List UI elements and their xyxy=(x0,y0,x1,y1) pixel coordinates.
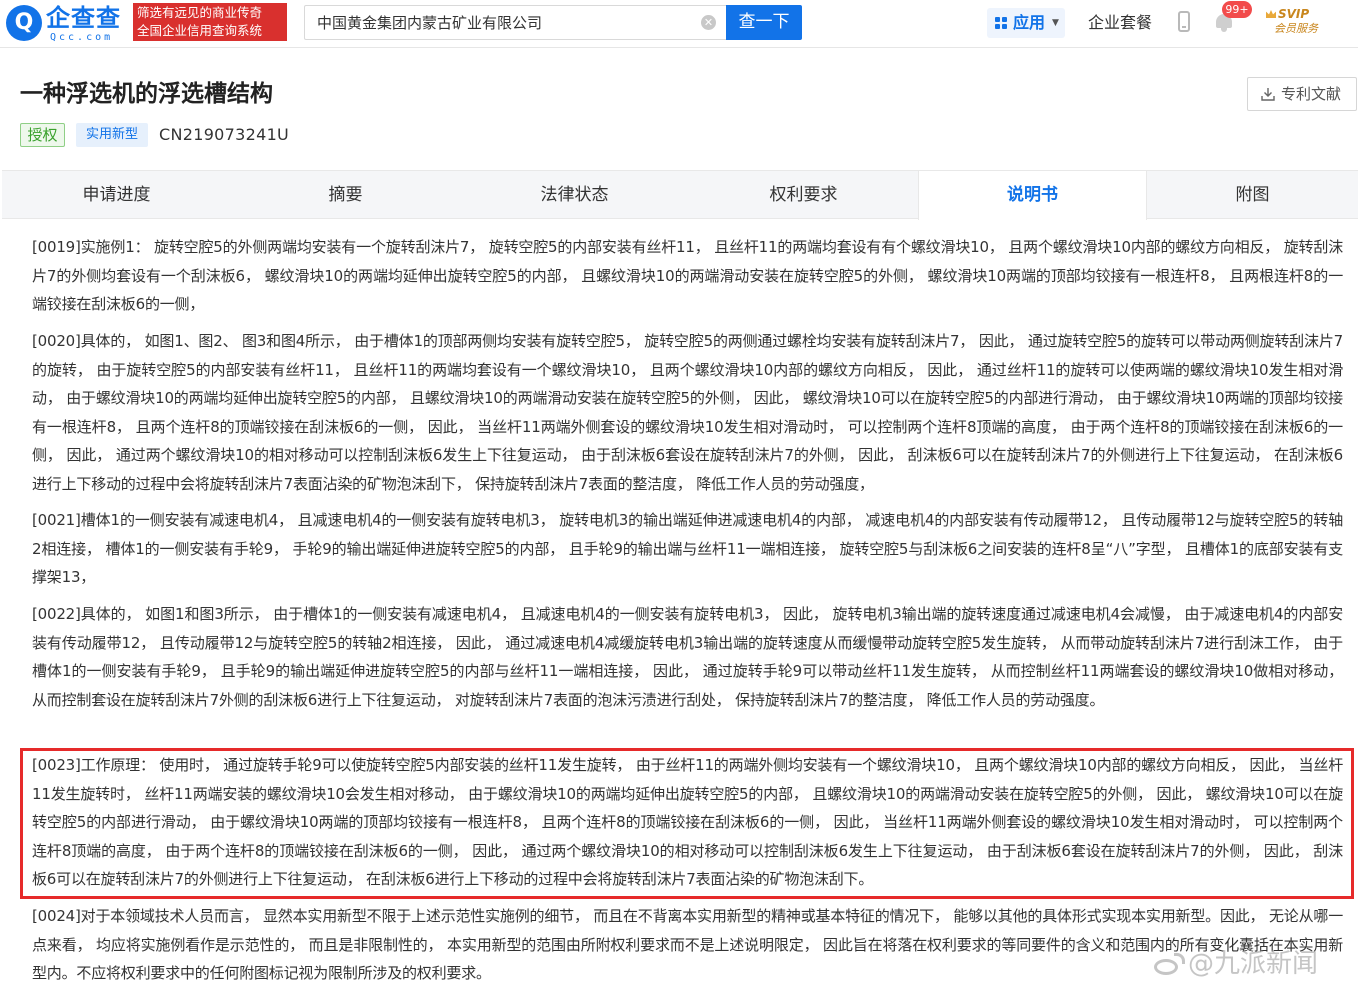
top-bar: Q 企查查 Qcc.com 筛选有远见的商业传奇 全国企业信用查询系统 ✕ 查一… xyxy=(0,0,1358,48)
publication-number: CN219073241U xyxy=(159,125,290,144)
crown-icon xyxy=(1266,10,1276,18)
logo[interactable]: Q 企查查 Qcc.com xyxy=(6,4,130,44)
tab-claims[interactable]: 权利要求 xyxy=(689,171,918,219)
logo-name: 企查查 xyxy=(46,4,121,32)
slogan-banner: 筛选有远见的商业传奇 全国企业信用查询系统 xyxy=(133,3,287,41)
download-icon xyxy=(1261,88,1275,101)
tab-drawings[interactable]: 附图 xyxy=(1147,171,1358,219)
slogan-line-2: 全国企业信用查询系统 xyxy=(137,23,263,38)
patent-document-label: 专利文献 xyxy=(1281,85,1342,103)
page-title: 一种浮选机的浮选槽结构 xyxy=(20,81,273,107)
notification-badge: 99+ xyxy=(1222,1,1252,18)
paragraph-0024: [0024]对于本领域技术人员而言， 显然本实用新型不限于上述示范性实施例的细节… xyxy=(32,907,1343,982)
paragraph-0019: [0019]实施例1： 旋转空腔5的外侧两端均安装有一个旋转刮沫片7， 旋转空腔… xyxy=(32,238,1343,313)
enterprise-suite-link[interactable]: 企业套餐 xyxy=(1088,12,1152,34)
svip-label: SVIP xyxy=(1278,7,1310,21)
tab-application-progress[interactable]: 申请进度 xyxy=(2,171,231,219)
search-button[interactable]: 查一下 xyxy=(726,5,802,40)
tab-abstract[interactable]: 摘要 xyxy=(231,171,460,219)
search-box: ✕ xyxy=(304,5,726,40)
paragraph-0020: [0020]具体的， 如图1、图2、 图3和图4所示， 由于槽体1的顶部两侧均安… xyxy=(32,332,1343,493)
tab-description[interactable]: 说明书 xyxy=(918,171,1147,220)
patent-document-button[interactable]: 专利文献 xyxy=(1247,77,1357,111)
patent-type-badge: 实用新型 xyxy=(76,123,148,147)
phone-icon[interactable] xyxy=(1178,11,1190,32)
clear-icon[interactable]: ✕ xyxy=(701,15,716,30)
logo-icon: Q xyxy=(6,5,42,41)
tab-bar: 申请进度 摘要 法律状态 权利要求 说明书 附图 xyxy=(2,170,1358,220)
status-badge: 授权 xyxy=(20,123,65,147)
app-menu-button[interactable]: 应用 ▼ xyxy=(987,8,1065,38)
caret-down-icon: ▼ xyxy=(1052,18,1059,28)
search-input[interactable] xyxy=(305,6,695,39)
svip-button[interactable]: SVIP 会员服务 xyxy=(1266,7,1336,39)
grid-icon xyxy=(995,17,1008,30)
slogan-line-1: 筛选有远见的商业传奇 xyxy=(137,5,263,20)
paragraph-0023: [0023]工作原理： 使用时， 通过旋转手轮9可以使旋转空腔5内部安装的丝杆1… xyxy=(32,756,1343,888)
logo-domain: Qcc.com xyxy=(50,32,114,43)
app-menu-label: 应用 xyxy=(1013,13,1046,32)
svip-sublabel: 会员服务 xyxy=(1274,22,1318,35)
paragraph-0022: [0022]具体的， 如图1和图3所示， 由于槽体1的一侧安装有减速电机4， 且… xyxy=(32,605,1343,709)
tab-legal-status[interactable]: 法律状态 xyxy=(460,171,689,219)
paragraph-0021: [0021]槽体1的一侧安装有减速电机4， 且减速电机4的一侧安装有旋转电机3，… xyxy=(32,511,1343,586)
